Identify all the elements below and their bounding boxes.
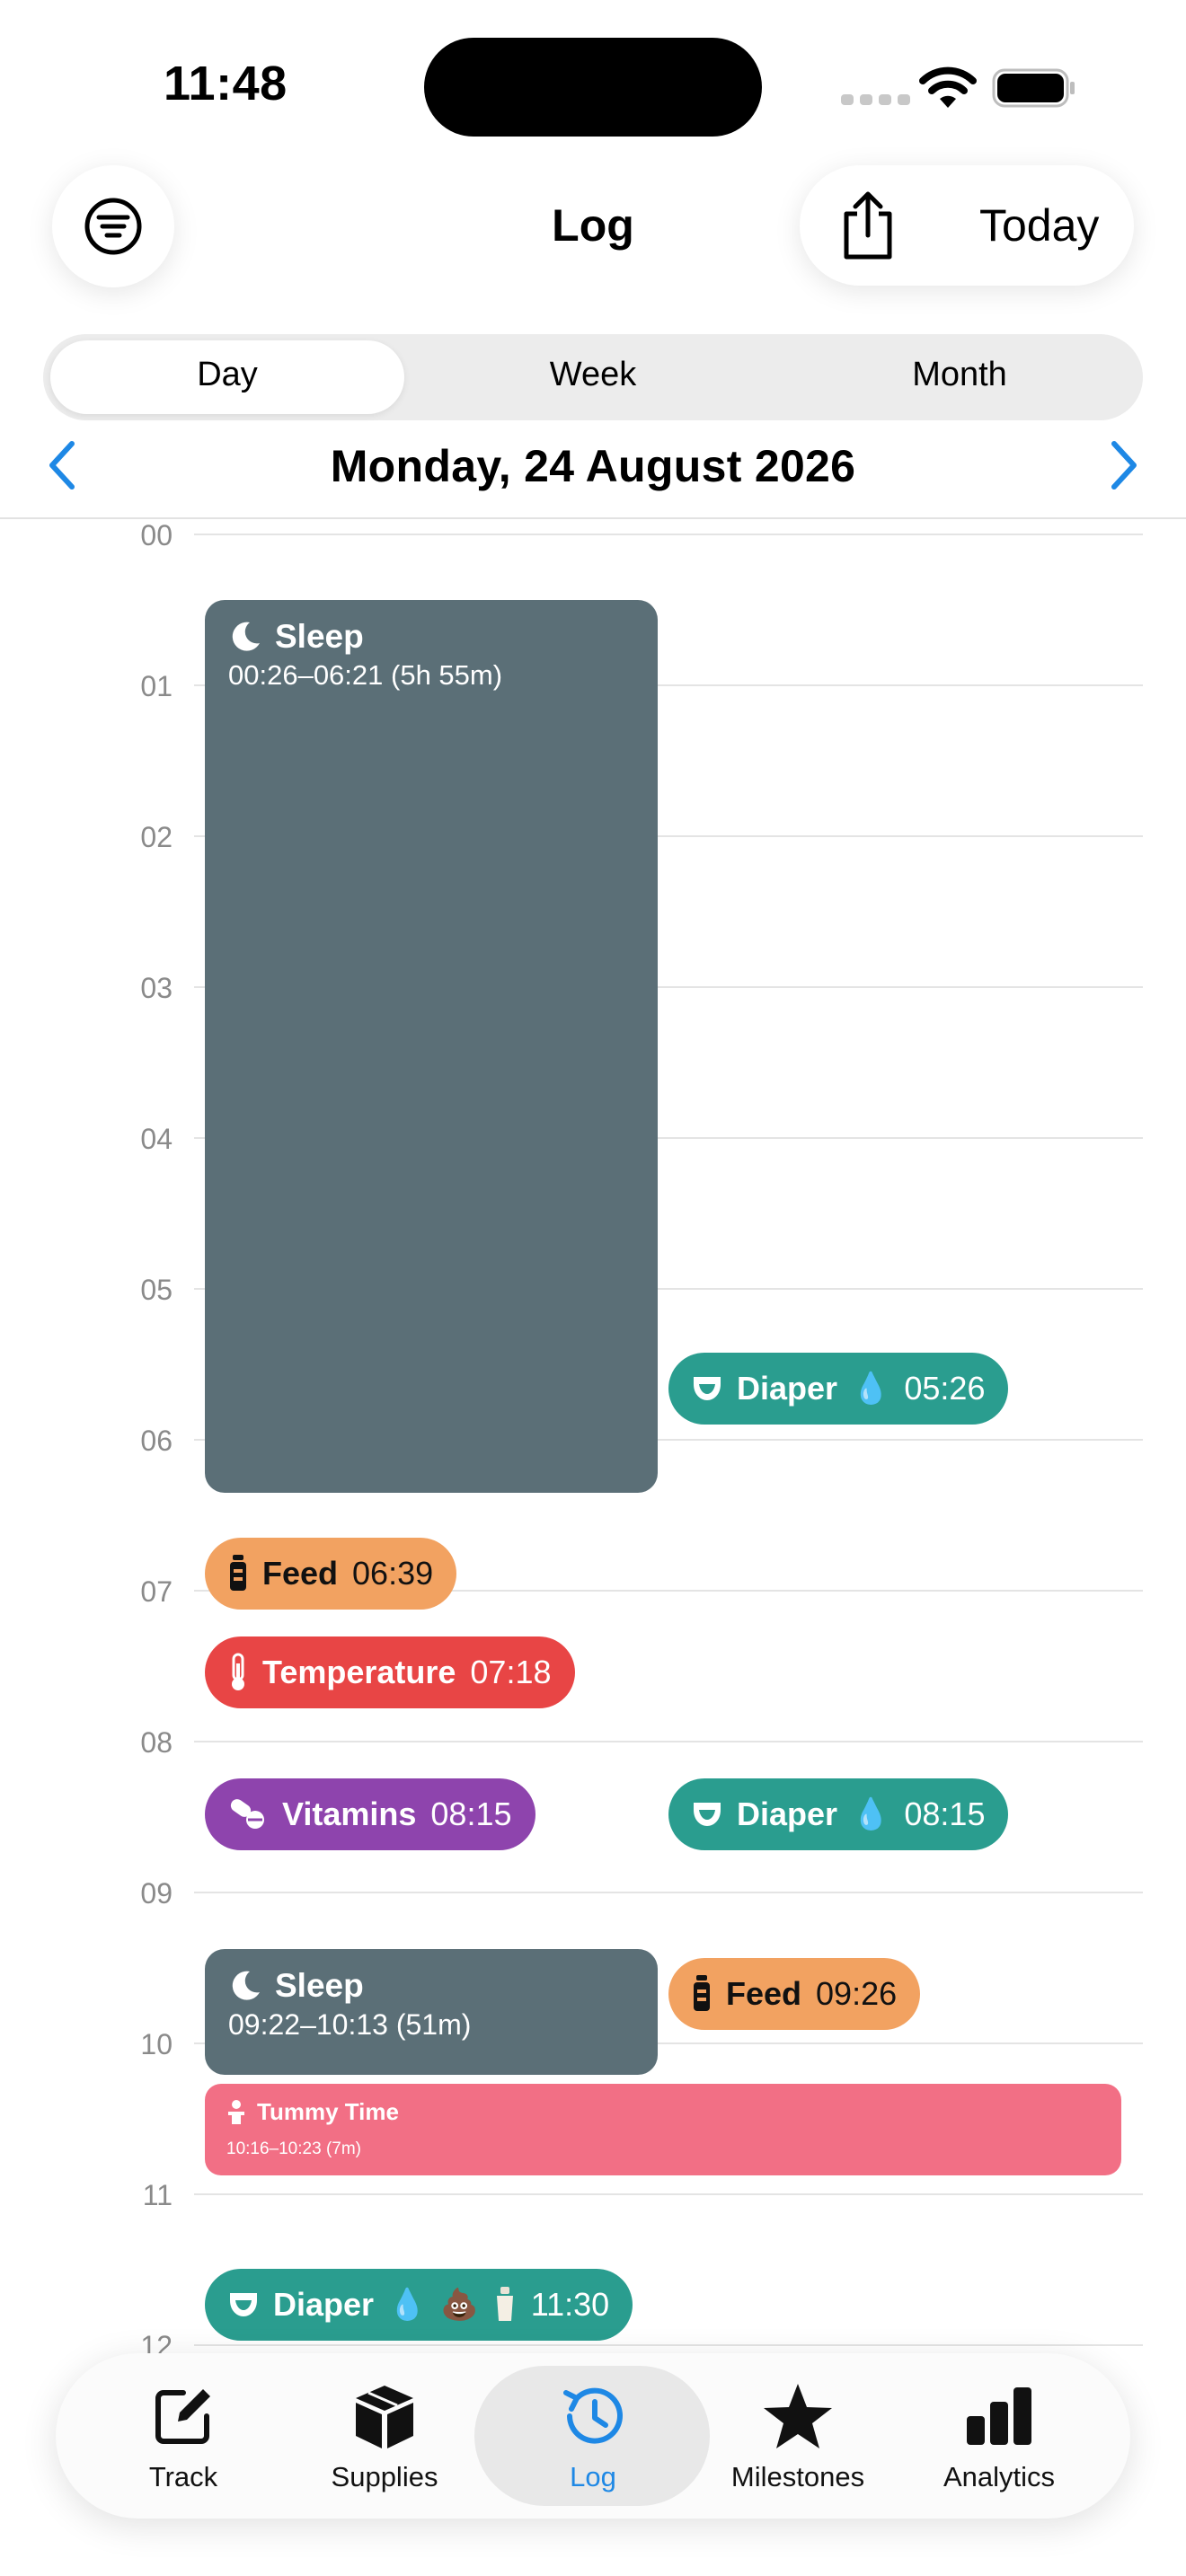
tab-supplies[interactable]: Supplies (286, 2353, 483, 2519)
tab-label: Milestones (730, 2461, 865, 2492)
tummy-time-event-block[interactable]: Tummy Time 10:16–10:23 (7m) (205, 2084, 1121, 2175)
temperature-time-label: 07:18 (470, 1654, 552, 1690)
sleep-time-range: 00:26–06:21 (5h 55m) (228, 659, 503, 691)
moon-icon (232, 1971, 260, 2000)
sleep-event-title: Sleep (228, 1967, 364, 2005)
tab-label: Supplies (331, 2461, 438, 2492)
diaper-event-chip[interactable]: Diaper 💧 05:26 (668, 1353, 1009, 1425)
dynamic-island (424, 38, 762, 137)
hour-gridline (194, 1892, 1143, 1893)
diaper-icon (694, 1377, 721, 1400)
feed-event-chip[interactable]: Feed 09:26 (668, 1958, 921, 2030)
sleep-title-label: Sleep (275, 1967, 364, 2004)
diaper-event-chip[interactable]: Diaper 💧 08:15 (668, 1778, 1009, 1850)
feed-event-chip[interactable]: Feed 06:39 (205, 1538, 457, 1610)
status-time: 11:48 (164, 57, 288, 110)
tab-bar: Track Supplies Log Milestones Analytics (56, 2353, 1130, 2519)
hour-gridline (194, 534, 1143, 535)
segment-day[interactable]: Day (93, 356, 362, 394)
vitamins-time-label: 08:15 (430, 1795, 512, 1832)
date-divider (0, 517, 1186, 519)
sleep-event-block[interactable]: Sleep 00:26–06:21 (5h 55m) (205, 600, 658, 1493)
diaper-icon (230, 2293, 257, 2316)
hour-label: 05 (140, 1274, 173, 1306)
tummy-time-range: 10:16–10:23 (7m) (226, 2139, 361, 2158)
sleep-event-block[interactable]: Sleep 09:22–10:13 (51m) (205, 1949, 658, 2075)
feed-title-label: Feed (726, 1975, 802, 2012)
tab-label: Analytics (943, 2461, 1056, 2492)
bottle-icon (694, 1975, 710, 2011)
cellular-signal-icon (841, 94, 910, 105)
share-icon[interactable] (836, 190, 900, 260)
tab-label: Track (148, 2461, 218, 2492)
compose-icon (155, 2389, 210, 2444)
sleep-title-label: Sleep (275, 618, 364, 655)
hour-gridline (194, 2344, 1143, 2346)
tummy-time-title-label: Tummy Time (257, 2098, 399, 2125)
thermometer-icon (232, 1653, 244, 1690)
segment-week[interactable]: Week (458, 356, 728, 394)
feed-time-label: 09:26 (816, 1975, 898, 2012)
hour-label: 06 (140, 1425, 173, 1457)
wet-drop-icon: 💧 (852, 1797, 890, 1831)
next-day-chevron-icon[interactable] (1107, 438, 1143, 492)
history-icon (563, 2387, 623, 2444)
box-icon (356, 2386, 413, 2448)
diaper-icon (694, 1803, 721, 1826)
tab-milestones[interactable]: Milestones (699, 2353, 897, 2519)
hour-gridline (194, 2193, 1143, 2195)
bottle-icon (230, 1555, 246, 1591)
hour-label: 03 (140, 972, 173, 1004)
diaper-time-label: 11:30 (530, 2286, 610, 2323)
bar-chart-icon (967, 2387, 1031, 2445)
baby-icon (228, 2099, 244, 2124)
hour-label: 11 (142, 2179, 173, 2211)
feed-title-label: Feed (262, 1555, 339, 1592)
hour-gridline (194, 1741, 1143, 1742)
sleep-time-range: 09:22–10:13 (51m) (228, 2008, 472, 2041)
diaper-event-chip[interactable]: Diaper 💧 💩 11:30 (205, 2269, 633, 2341)
temperature-title-label: Temperature (262, 1654, 456, 1690)
today-button[interactable]: Today (979, 199, 1099, 251)
hour-label: 00 (140, 519, 173, 551)
hour-label: 01 (140, 670, 173, 702)
hour-label: 10 (140, 2028, 173, 2060)
tab-label: Log (570, 2461, 616, 2492)
hour-label: 04 (140, 1123, 173, 1155)
temperature-event-chip[interactable]: Temperature 07:18 (205, 1636, 575, 1708)
hour-label: 08 (140, 1726, 173, 1759)
hour-label: 02 (140, 821, 173, 853)
tab-log[interactable]: Log (494, 2353, 692, 2519)
moon-icon (232, 622, 260, 651)
date-label: Monday, 24 August 2026 (330, 441, 856, 491)
tummy-time-title: Tummy Time (226, 2098, 399, 2126)
hour-label: 07 (140, 1575, 173, 1608)
diaper-title-label: Diaper (737, 1795, 838, 1832)
segment-month[interactable]: Month (825, 356, 1094, 394)
wifi-icon (919, 66, 977, 108)
view-segmented-control: Day Week Month (43, 334, 1143, 420)
header-actions: Today (800, 165, 1134, 286)
poop-icon: 💩 (440, 2288, 479, 2322)
wet-drop-icon: 💧 (388, 2288, 427, 2322)
cream-tube-icon (496, 2287, 513, 2321)
battery-icon (992, 68, 1075, 108)
wet-drop-icon: 💧 (852, 1372, 890, 1406)
diaper-time-label: 08:15 (904, 1795, 986, 1832)
diaper-title-label: Diaper (737, 1370, 838, 1407)
feed-time-label: 06:39 (352, 1555, 434, 1592)
star-icon (764, 2384, 832, 2448)
tab-track[interactable]: Track (84, 2353, 282, 2519)
tab-analytics[interactable]: Analytics (900, 2353, 1098, 2519)
diaper-title-label: Diaper (273, 2286, 375, 2323)
sleep-event-title: Sleep (228, 618, 364, 656)
vitamins-title-label: Vitamins (282, 1795, 417, 1832)
pills-icon (230, 1799, 264, 1829)
vitamins-event-chip[interactable]: Vitamins 08:15 (205, 1778, 535, 1850)
diaper-time-label: 05:26 (904, 1370, 986, 1407)
hour-label: 09 (140, 1877, 173, 1910)
